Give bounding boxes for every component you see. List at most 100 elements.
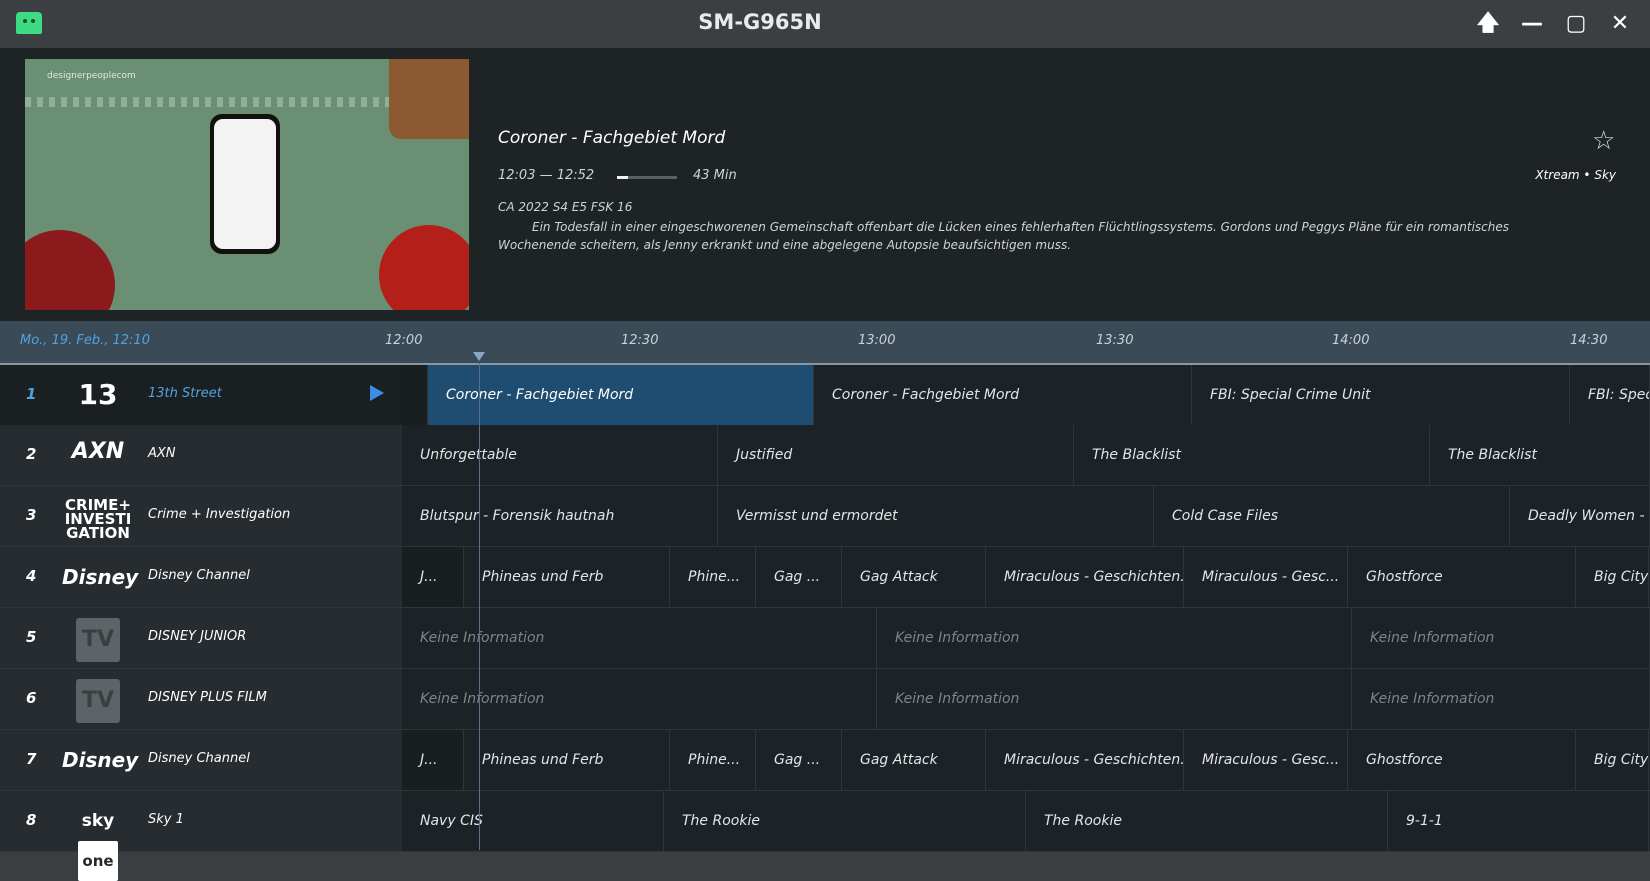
program-cell[interactable]: Keine Information (402, 669, 877, 729)
sky-one-logo: sky one (62, 801, 134, 881)
program-cell[interactable]: Miraculous - Gesc... (1184, 547, 1348, 607)
program-source: Xtream • Sky (1535, 168, 1616, 182)
program-cell[interactable]: Ghostforce (1348, 730, 1576, 790)
channel-header[interactable]: 3 CRIME+ INVESTI GATION Crime + Investigatio… (0, 486, 402, 546)
channel-number: 5 (26, 628, 37, 646)
channel-number: 6 (26, 689, 37, 707)
program-cell[interactable]: The Blacklist (1074, 425, 1430, 485)
program-cell[interactable]: Navy CIS (402, 791, 664, 851)
time-tick: 12:30 (621, 333, 659, 348)
program-cell[interactable]: Phine... (670, 730, 756, 790)
tv-placeholder-logo: TV (62, 618, 134, 662)
program-cell[interactable]: Phine... (670, 547, 756, 607)
time-tick: 14:00 (1332, 333, 1370, 348)
time-tick: 13:00 (858, 333, 896, 348)
channel-number: 4 (26, 567, 37, 585)
window-title: SM-G965N (698, 10, 822, 34)
program-cell[interactable]: Big City (1576, 547, 1649, 607)
program-cell[interactable]: Justified (718, 425, 1074, 485)
program-cell[interactable]: Ghostforce (1348, 547, 1576, 607)
channel-name: DISNEY JUNIOR (148, 629, 247, 644)
channel-name: AXN (148, 446, 176, 461)
program-cell[interactable]: The Blacklist (1430, 425, 1650, 485)
program-cell[interactable]: Keine Information (877, 608, 1352, 668)
program-cell[interactable]: Phineas und Ferb (464, 547, 670, 607)
program-cell[interactable]: Phineas und Ferb (464, 730, 670, 790)
program-cell[interactable]: Gag ... (756, 730, 842, 790)
channel-number: 2 (26, 445, 37, 463)
channel-row: 3 CRIME+ INVESTI GATION Crime + Investigatio… (0, 486, 1650, 547)
program-cell[interactable]: Coroner - Fachgebiet Mord (814, 365, 1192, 425)
program-cell[interactable]: Keine Information (1352, 608, 1650, 668)
program-cell[interactable]: Keine Information (877, 669, 1352, 729)
channel-number: 7 (26, 750, 37, 768)
channel-header[interactable]: 5 TV DISNEY JUNIOR (0, 608, 402, 668)
program-cell[interactable]: The Rookie (664, 791, 1026, 851)
program-cell[interactable]: Miraculous - Geschichten... (986, 547, 1184, 607)
program-thumbnail[interactable]: designerpeoplecom (25, 59, 469, 310)
channel-name: Disney Channel (148, 751, 250, 766)
time-tick: 12:00 (385, 333, 423, 348)
minimize-button[interactable]: — (1518, 10, 1546, 38)
program-cell[interactable]: Blutspur - Forensik hautnah (402, 486, 718, 546)
channel-number: 8 (26, 811, 37, 829)
program-cell[interactable]: FBI: Special Crime Unit (1192, 365, 1570, 425)
title-bar: SM-G965N 🡅 — ▢ ✕ (0, 0, 1650, 48)
program-cell[interactable]: Cold Case Files (1154, 486, 1510, 546)
close-button[interactable]: ✕ (1606, 10, 1634, 38)
maximize-button[interactable]: ▢ (1562, 10, 1590, 38)
channel-number: 1 (26, 385, 37, 403)
thumbnail-pot (25, 230, 115, 310)
tv-placeholder-logo: TV (62, 679, 134, 723)
program-cell[interactable]: Keine Information (1352, 669, 1650, 729)
now-line (479, 363, 480, 850)
thumbnail-tomatoes (379, 225, 469, 310)
favorite-star-icon[interactable]: ☆ (1592, 126, 1615, 156)
play-icon[interactable] (370, 385, 384, 401)
program-description: Ein Todesfall in einer eingeschworenen G… (498, 220, 1509, 252)
program-cell[interactable]: The Rookie (1026, 791, 1388, 851)
channel-header[interactable]: 7 Disney Disney Channel (0, 730, 402, 790)
channel-header[interactable]: 2 AXN AXN (0, 425, 402, 485)
channel-header[interactable]: 4 Disney Disney Channel (0, 547, 402, 607)
time-tick: 13:30 (1096, 333, 1134, 348)
program-cell[interactable]: Vermisst und ermordet (718, 486, 1154, 546)
channel-name: Disney Channel (148, 568, 250, 583)
time-tick: 14:30 (1570, 333, 1608, 348)
channel-row: 1 13 13th Street Coroner - Fachgebiet Mord C… (0, 365, 1650, 427)
program-cell[interactable]: 9-1-1 (1388, 791, 1649, 851)
timeline-header: Mo., 19. Feb., 12:10 12:00 12:30 13:00 1… (0, 321, 1650, 365)
program-cell[interactable]: J... (402, 547, 464, 607)
current-date-time: Mo., 19. Feb., 12:10 (20, 333, 150, 348)
program-cell[interactable]: J... (402, 730, 464, 790)
program-cell[interactable]: Miraculous - Geschichten... (986, 730, 1184, 790)
13th-street-logo: 13 (78, 378, 118, 411)
channel-name: 13th Street (148, 386, 222, 401)
channel-header[interactable]: 8 sky one Sky 1 (0, 791, 402, 881)
program-cell[interactable]: Gag Attack (842, 547, 986, 607)
disney-channel-logo: Disney (62, 565, 139, 589)
thumbnail-eggs (389, 59, 469, 139)
now-marker-icon (473, 352, 485, 361)
program-cell[interactable]: Miraculous - Gesc... (1184, 730, 1348, 790)
channel-name: Crime + Investigation (148, 507, 291, 522)
channel-header[interactable]: 1 13 13th Street (0, 365, 402, 425)
program-cell[interactable]: Big City (1576, 730, 1649, 790)
channel-header[interactable]: 6 TV DISNEY PLUS FILM (0, 669, 402, 729)
program-cell[interactable]: Unforgettable (402, 425, 718, 485)
pin-top-icon[interactable]: 🡅 (1474, 10, 1502, 38)
thumbnail-watermark: designerpeoplecom (47, 71, 136, 81)
channel-row: 7 Disney Disney Channel J... Phineas und Fer… (0, 730, 1650, 791)
channel-number: 3 (26, 506, 37, 524)
channel-row: 2 AXN AXN Unforgettable Justified The Blackli… (0, 425, 1650, 486)
channel-name: DISNEY PLUS FILM (148, 690, 267, 705)
program-cell[interactable]: Deadly Women - H (1510, 486, 1650, 546)
program-cell[interactable]: Keine Information (402, 608, 877, 668)
program-cell[interactable]: Coroner - Fachgebiet Mord (428, 365, 814, 425)
program-cell[interactable]: Gag Attack (842, 730, 986, 790)
program-cell[interactable]: FBI: Spec (1570, 365, 1650, 425)
program-detail-panel: designerpeoplecom Coroner - Fachgebiet M… (0, 48, 1650, 321)
program-cell[interactable] (402, 365, 428, 425)
program-cell[interactable]: Gag ... (756, 547, 842, 607)
program-title: Coroner - Fachgebiet Mord (498, 128, 726, 148)
